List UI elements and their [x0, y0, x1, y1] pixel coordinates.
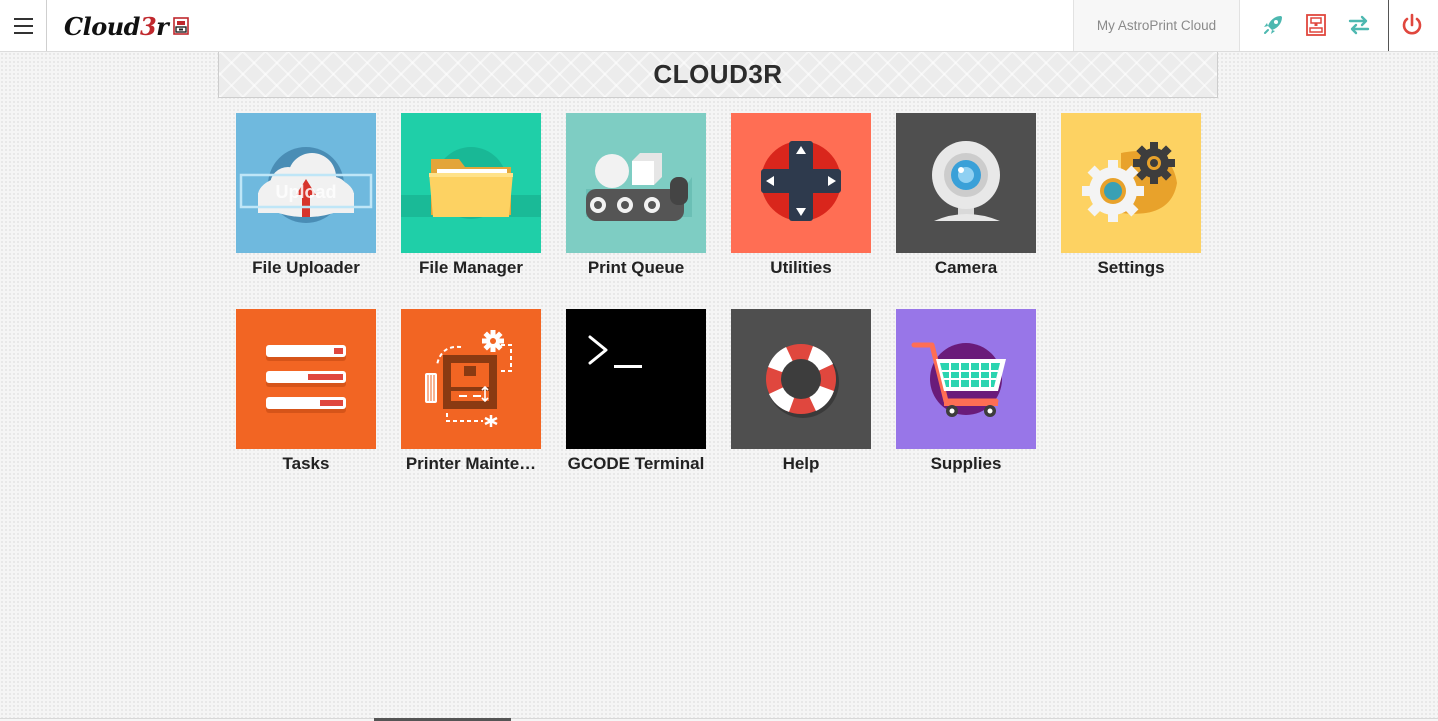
app-tasks[interactable]: Tasks — [226, 309, 386, 489]
app-label: Camera — [934, 258, 998, 277]
brand-logo[interactable]: Cloud3r — [64, 10, 190, 42]
app-label: Settings — [1097, 258, 1165, 277]
app-label: GCODE Terminal — [567, 454, 705, 473]
gcode-terminal-tile — [566, 309, 706, 449]
app-file-uploader[interactable]: Upload File Uploader — [226, 113, 386, 293]
hamburger-line — [13, 17, 33, 20]
top-bar: Cloud3r My AstroPrint Cloud — [0, 0, 1438, 52]
app-help[interactable]: Help — [721, 309, 881, 489]
transfer-arrows-icon[interactable] — [1347, 13, 1371, 37]
upload-cloud-icon: Upload — [239, 147, 373, 223]
gears-icon — [1082, 142, 1177, 222]
page-title: CLOUD3R — [653, 59, 783, 89]
bottom-divider — [0, 718, 1438, 719]
app-label: Tasks — [282, 454, 330, 473]
printer-maintenance-tile — [401, 309, 541, 449]
dpad-icon — [761, 141, 841, 221]
app-label: Utilities — [770, 258, 832, 277]
camera-tile — [896, 113, 1036, 253]
file-uploader-tile: Upload — [236, 113, 376, 253]
printer-logo-icon — [173, 17, 190, 35]
terminal-icon — [588, 335, 642, 368]
help-tile — [731, 309, 871, 449]
app-print-queue[interactable]: Print Queue — [556, 113, 716, 293]
hamburger-line — [13, 31, 33, 34]
upload-icon-text: Upload — [276, 182, 337, 202]
folder-icon — [401, 147, 541, 219]
my-astroprint-cloud-link[interactable]: My AstroPrint Cloud — [1073, 0, 1240, 51]
app-gcode-terminal[interactable]: GCODE Terminal — [556, 309, 716, 489]
title-banner: CLOUD3R — [218, 52, 1218, 98]
lifebuoy-icon — [766, 344, 839, 418]
app-camera[interactable]: Camera — [886, 113, 1046, 293]
printer-icon[interactable] — [1304, 13, 1328, 37]
app-settings[interactable]: Settings — [1051, 113, 1211, 293]
supplies-tile — [896, 309, 1036, 449]
hamburger-line — [13, 24, 33, 27]
webcam-icon — [932, 141, 1000, 221]
app-label: Printer Mainte… — [405, 454, 537, 473]
print-queue-tile — [566, 113, 706, 253]
app-label: File Uploader — [252, 258, 360, 277]
app-printer-maintenance[interactable]: Printer Mainte… — [391, 309, 551, 489]
power-separator — [1388, 0, 1389, 51]
power-icon[interactable] — [1400, 13, 1424, 37]
app-label: Help — [782, 454, 820, 473]
app-label: File Manager — [419, 258, 523, 277]
task-list-icon — [266, 345, 346, 413]
printer-maintenance-icon — [425, 330, 512, 427]
brand-logo-text: Cloud3r — [64, 11, 169, 41]
app-file-manager[interactable]: File Manager — [391, 113, 551, 293]
app-label: Supplies — [930, 454, 1002, 473]
file-manager-tile — [401, 113, 541, 253]
utilities-tile — [731, 113, 871, 253]
hamburger-menu-button[interactable] — [0, 0, 47, 51]
app-label: Print Queue — [587, 258, 685, 277]
shopping-cart-icon — [911, 342, 1006, 417]
rocket-icon[interactable] — [1261, 13, 1285, 37]
tasks-tile — [236, 309, 376, 449]
conveyor-icon — [586, 153, 692, 221]
app-supplies[interactable]: Supplies — [886, 309, 1046, 489]
settings-tile — [1061, 113, 1201, 253]
app-utilities[interactable]: Utilities — [721, 113, 881, 293]
